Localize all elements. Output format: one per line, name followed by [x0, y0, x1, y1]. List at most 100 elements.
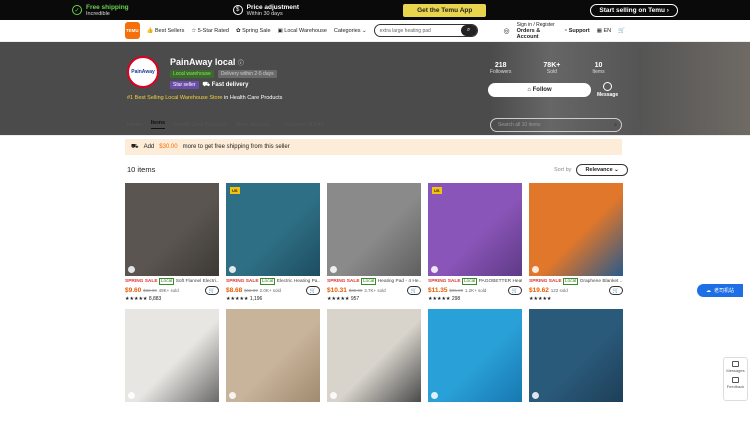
shop-tags: Local warehouse Delivery within 2-5 days — [170, 70, 277, 78]
fast-label: Fast delivery — [211, 82, 249, 88]
product-card[interactable]: SPRING SALE Local Heating Pad - 4 He... $… — [327, 183, 421, 302]
video-play-icon[interactable] — [330, 392, 337, 399]
shop-logo[interactable]: PainAway — [127, 56, 159, 88]
product-title[interactable]: SPRING SALE Local Electric Heating Pa... — [226, 278, 320, 285]
product-card[interactable] — [428, 309, 522, 402]
sort-dropdown[interactable]: Relevance ⌄ — [576, 164, 628, 176]
product-card[interactable] — [226, 309, 320, 402]
video-play-icon[interactable] — [128, 392, 135, 399]
product-grid: SPRING SALE Local Soft Flannel Electri..… — [125, 183, 623, 402]
video-play-icon[interactable] — [431, 392, 438, 399]
support-link[interactable]: ◔ Support — [564, 28, 590, 34]
account-menu[interactable]: Sign in / Register Orders & Account — [517, 22, 557, 40]
local-label: Local — [259, 278, 276, 285]
product-image[interactable] — [125, 309, 219, 402]
rating: ★★★★★ 957 — [327, 296, 421, 302]
stat-label: Items — [592, 69, 605, 75]
product-image[interactable] — [327, 183, 421, 276]
nav-spring-sale[interactable]: ✿ Spring Sale — [236, 28, 271, 34]
search-input[interactable]: extra large heating pad ⌕ — [373, 24, 478, 37]
product-card[interactable]: US SPRING SALE Local Electric Heating Pa.… — [226, 183, 320, 302]
product-image[interactable] — [529, 309, 623, 402]
nav-best-sellers[interactable]: 👍 Best Sellers — [147, 28, 185, 34]
store-search-input[interactable]: Search all 10 items ⌕ — [490, 118, 622, 132]
product-title[interactable]: SPRING SALE Local Soft Flannel Electri..… — [125, 278, 219, 285]
cart-icon[interactable]: 🛒 — [618, 28, 625, 34]
message-button[interactable]: Message — [597, 82, 618, 98]
video-play-icon[interactable] — [229, 266, 236, 273]
sort-value: Relevance — [585, 167, 613, 173]
get-app-button[interactable]: Get the Temu App — [403, 3, 487, 17]
chat-widget[interactable]: ☁ 老司机站 — [697, 284, 743, 297]
nav-categories[interactable]: Categories ⌄ — [334, 28, 367, 34]
video-play-icon[interactable] — [229, 392, 236, 399]
messages-tool[interactable]: Messages — [724, 361, 747, 373]
promo-sub: Within 30 days — [246, 10, 283, 17]
best-selling-line[interactable]: #1 Best Selling Local Warehouse Store in… — [127, 95, 282, 101]
chevron-right-icon: › — [666, 6, 669, 14]
title-text: Electric Heating Pa... — [276, 279, 320, 284]
price-row: $11.35 $95.99 1.2K+ sold 🛒 — [428, 286, 522, 295]
title-text: Heating Pad - 4 He... — [377, 279, 421, 284]
product-title[interactable]: SPRING SALE Local Heating Pad - 4 He... — [327, 278, 421, 285]
product-image[interactable] — [428, 309, 522, 402]
product-card[interactable] — [327, 309, 421, 402]
product-card[interactable] — [529, 309, 623, 402]
follow-button[interactable]: ⌂ Follow — [488, 83, 591, 97]
tab-home[interactable]: Home — [127, 122, 142, 128]
site-header: TEMU 👍 Best Sellers ☆ 5-Star Rated ✿ Spr… — [0, 20, 750, 42]
language-selector[interactable]: ▦ EN — [597, 28, 611, 34]
product-image[interactable]: US — [226, 183, 320, 276]
product-card[interactable]: SPRING SALE Local Soft Flannel Electri..… — [125, 183, 219, 302]
product-title[interactable]: SPRING SALE Local Graphene Blanket ... — [529, 278, 623, 285]
product-image[interactable] — [226, 309, 320, 402]
nav-local-warehouse[interactable]: ▣ Local Warehouse — [278, 28, 327, 34]
promo-price-adjustment[interactable]: $ Price adjustment Within 30 days — [232, 4, 299, 17]
product-image[interactable] — [529, 183, 623, 276]
product-image[interactable] — [125, 183, 219, 276]
tab-reviews[interactable]: Reviews (4.6★) ⌄ — [285, 122, 330, 128]
search-icon[interactable]: ⌕ — [460, 25, 477, 36]
video-play-icon[interactable] — [330, 266, 337, 273]
search-icon[interactable]: ⌕ — [614, 122, 617, 128]
stat-items: 10 Items — [592, 62, 604, 75]
message-label: Message — [597, 92, 619, 98]
fast-delivery-badge: ⛟ Fast delivery — [203, 81, 249, 89]
feedback-tool[interactable]: Feedback — [724, 377, 747, 389]
sort-control: Sort by Relevance ⌄ — [554, 164, 628, 176]
start-selling-button[interactable]: Start selling on Temu › — [590, 3, 678, 17]
review-count: 1,196 — [249, 296, 263, 302]
shop-badges: Star seller ⛟ Fast delivery — [170, 81, 248, 89]
price: $19.62 122 sold — [529, 287, 568, 294]
lang-label: EN — [603, 27, 612, 34]
temu-logo[interactable]: TEMU — [125, 22, 140, 39]
add-to-cart-button[interactable]: 🛒 — [407, 286, 421, 295]
tab-health-care[interactable]: Health Care Products — [174, 122, 227, 128]
product-title[interactable]: SPRING SALE Local PAGOBETTER Heati... — [428, 278, 522, 285]
video-play-icon[interactable] — [532, 392, 539, 399]
add-to-cart-button[interactable]: 🛒 — [306, 286, 320, 295]
nav-5-star[interactable]: ☆ 5-Star Rated — [191, 28, 229, 34]
title-text: PAGOBETTER Heati... — [478, 279, 522, 284]
product-image[interactable]: US — [428, 183, 522, 276]
price-value: $9.60 — [125, 287, 142, 294]
promo-free-shipping[interactable]: ✓ Free shipping Incredible — [72, 4, 129, 17]
product-image[interactable] — [327, 309, 421, 402]
add-to-cart-button[interactable]: 🛒 — [609, 286, 623, 295]
video-play-icon[interactable] — [431, 266, 438, 273]
store-icon: ⌂ — [527, 87, 531, 93]
tab-more-sections[interactable]: More sections ⌄ — [236, 122, 276, 128]
tab-items[interactable]: Items — [150, 120, 166, 129]
orig-price: $62.99 — [244, 288, 258, 293]
add-to-cart-button[interactable]: 🛒 — [508, 286, 522, 295]
item-count: 10 items — [127, 165, 156, 174]
info-icon[interactable]: ⓘ — [238, 61, 244, 67]
video-play-icon[interactable] — [532, 266, 539, 273]
product-card[interactable]: SPRING SALE Local Graphene Blanket ... $1… — [529, 183, 623, 302]
review-count: 298 — [451, 296, 461, 302]
product-card[interactable]: US SPRING SALE Local PAGOBETTER Heati...$… — [428, 183, 522, 302]
product-card[interactable] — [125, 309, 219, 402]
spring-sale-label: SPRING SALE — [428, 279, 461, 284]
video-play-icon[interactable] — [128, 266, 135, 273]
add-to-cart-button[interactable]: 🛒 — [205, 286, 219, 295]
